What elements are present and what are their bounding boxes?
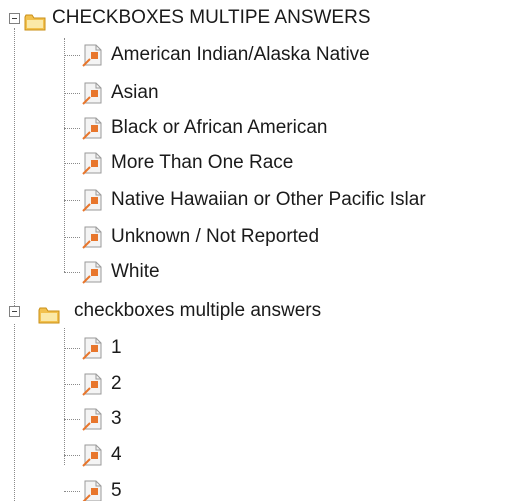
document-icon — [82, 81, 104, 105]
document-icon — [82, 43, 104, 67]
tree-node-item[interactable]: 4 — [0, 438, 508, 472]
document-icon — [82, 336, 104, 360]
document-icon — [82, 151, 104, 175]
document-icon — [82, 479, 104, 501]
folder-icon — [38, 302, 60, 324]
tree-node-item[interactable]: 3 — [0, 402, 508, 436]
tree-node-label: CHECKBOXES MULTIPE ANSWERS — [52, 7, 371, 28]
tree-node-item[interactable]: American Indian/Alaska Native — [0, 38, 508, 72]
document-icon — [82, 407, 104, 431]
folder-icon — [24, 9, 46, 31]
collapse-icon[interactable] — [9, 306, 20, 317]
tree-node-label: Unknown / Not Reported — [111, 226, 320, 247]
tree-node-label: Asian — [111, 82, 159, 103]
tree-node-item[interactable]: 2 — [0, 367, 508, 401]
document-icon — [82, 116, 104, 140]
tree-node-item[interactable]: Unknown / Not Reported — [0, 220, 508, 254]
tree-node-item[interactable]: Asian — [0, 76, 508, 110]
collapse-icon[interactable] — [9, 13, 20, 24]
document-icon — [82, 188, 104, 212]
tree-node-label: American Indian/Alaska Native — [111, 44, 370, 65]
tree-node-item[interactable]: Native Hawaiian or Other Pacific Islar — [0, 183, 508, 217]
tree-node-label: 4 — [111, 444, 122, 465]
tree-node-item[interactable]: White — [0, 255, 508, 289]
tree-node-group[interactable]: checkboxes multiple answers — [0, 294, 508, 328]
tree-node-label: 3 — [111, 408, 122, 429]
tree-node-item[interactable]: Black or African American — [0, 111, 508, 145]
tree-node-label: checkboxes multiple answers — [74, 300, 322, 321]
tree-node-label: White — [111, 261, 160, 282]
tree-node-label: 1 — [111, 337, 122, 358]
tree-node-item[interactable]: 1 — [0, 331, 508, 365]
tree-view: CHECKBOXES MULTIPE ANSWERS American Indi… — [0, 0, 508, 501]
tree-node-label: 5 — [111, 480, 122, 501]
tree-node-label: Black or African American — [111, 117, 328, 138]
tree-node-label: Native Hawaiian or Other Pacific Islar — [111, 189, 426, 210]
tree-node-item[interactable]: More Than One Race — [0, 146, 508, 180]
document-icon — [82, 225, 104, 249]
document-icon — [82, 443, 104, 467]
document-icon — [82, 372, 104, 396]
tree-node-group[interactable]: CHECKBOXES MULTIPE ANSWERS — [0, 1, 508, 35]
tree-node-label: More Than One Race — [111, 152, 294, 173]
tree-node-item[interactable]: 5 — [0, 474, 508, 501]
document-icon — [82, 260, 104, 284]
tree-node-label: 2 — [111, 373, 122, 394]
